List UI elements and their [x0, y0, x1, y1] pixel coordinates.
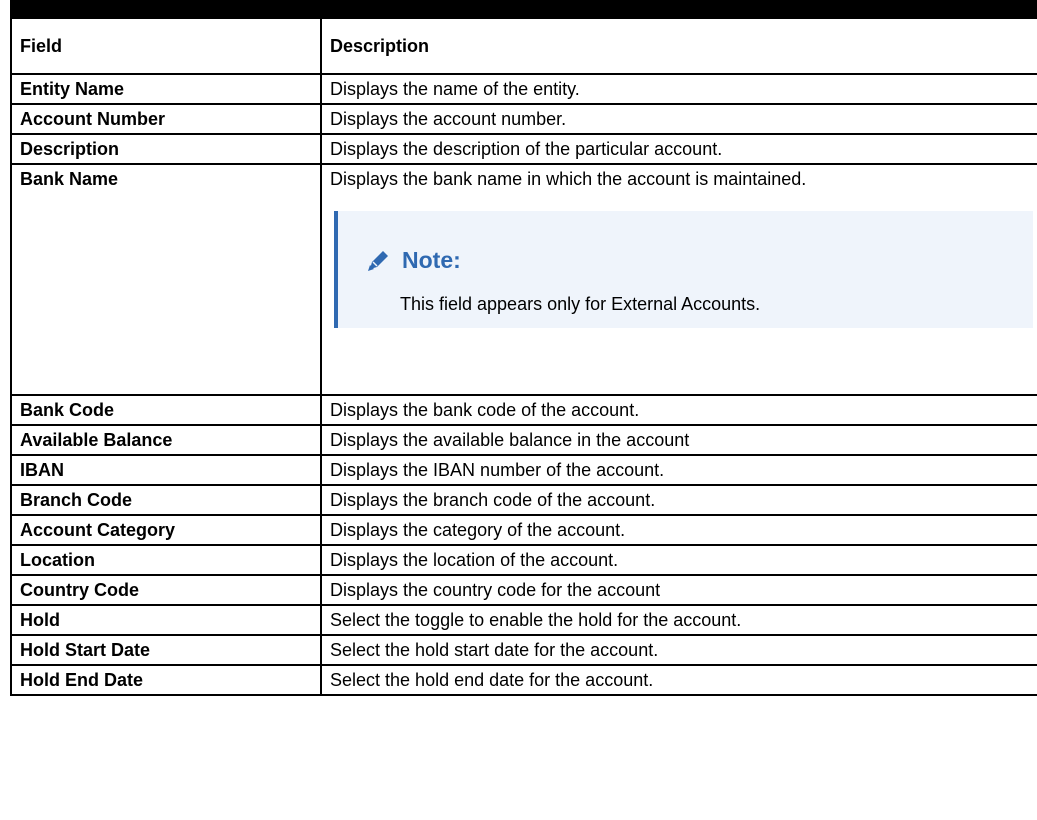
field-name: Account Category — [10, 514, 322, 546]
field-description: Displays the branch code of the account. — [320, 484, 1037, 516]
table-row: Description Displays the description of … — [10, 133, 1037, 165]
note-text: This field appears only for External Acc… — [400, 294, 761, 314]
field-name: Bank Code — [10, 394, 322, 426]
field-description: Displays the description of the particul… — [320, 133, 1037, 165]
field-description: Displays the account number. — [320, 103, 1037, 135]
field-name: Location — [10, 544, 322, 576]
field-description-cell: Displays the bank name in which the acco… — [320, 163, 1037, 396]
field-name: Hold — [10, 604, 322, 636]
field-description: Displays the category of the account. — [320, 514, 1037, 546]
table-row: Location Displays the location of the ac… — [10, 544, 1037, 576]
field-description: Displays the country code for the accoun… — [320, 574, 1037, 606]
note-callout: Note: This field appears only for Extern… — [334, 211, 1033, 328]
field-description: Select the hold end date for the account… — [320, 664, 1037, 696]
table-row: Hold Start Date Select the hold start da… — [10, 634, 1037, 666]
field-name: Account Number — [10, 103, 322, 135]
field-description: Displays the location of the account. — [320, 544, 1037, 576]
table-row: Account Number Displays the account numb… — [10, 103, 1037, 135]
field-name: Branch Code — [10, 484, 322, 516]
field-description-table: Field Description Entity Name Displays t… — [10, 17, 1037, 696]
field-name: Entity Name — [10, 73, 322, 105]
table-row: IBAN Displays the IBAN number of the acc… — [10, 454, 1037, 486]
table-header-row: Field Description — [10, 17, 1037, 75]
table-row: Branch Code Displays the branch code of … — [10, 484, 1037, 516]
table-top-rule — [10, 0, 1037, 18]
table-row: Entity Name Displays the name of the ent… — [10, 73, 1037, 105]
field-name: IBAN — [10, 454, 322, 486]
note-header: Note: — [366, 247, 461, 273]
field-name: Available Balance — [10, 424, 322, 456]
field-description: Displays the bank name in which the acco… — [330, 169, 807, 189]
table-row: Account Category Displays the category o… — [10, 514, 1037, 546]
column-header-description: Description — [320, 17, 1037, 75]
field-description: Select the hold start date for the accou… — [320, 634, 1037, 666]
field-name: Country Code — [10, 574, 322, 606]
field-description: Displays the name of the entity. — [320, 73, 1037, 105]
pencil-icon — [366, 247, 392, 273]
field-description: Select the toggle to enable the hold for… — [320, 604, 1037, 636]
table-row: Country Code Displays the country code f… — [10, 574, 1037, 606]
field-name: Hold Start Date — [10, 634, 322, 666]
table-row: Hold End Date Select the hold end date f… — [10, 664, 1037, 696]
field-name: Description — [10, 133, 322, 165]
table-row: Hold Select the toggle to enable the hol… — [10, 604, 1037, 636]
table-row: Bank Name Displays the bank name in whic… — [10, 163, 1037, 396]
table-row: Available Balance Displays the available… — [10, 424, 1037, 456]
column-header-field: Field — [10, 17, 322, 75]
field-description: Displays the available balance in the ac… — [320, 424, 1037, 456]
table-row: Bank Code Displays the bank code of the … — [10, 394, 1037, 426]
note-title: Note: — [402, 247, 461, 273]
field-description: Displays the IBAN number of the account. — [320, 454, 1037, 486]
field-description: Displays the bank code of the account. — [320, 394, 1037, 426]
field-name: Bank Name — [10, 163, 322, 396]
field-name: Hold End Date — [10, 664, 322, 696]
